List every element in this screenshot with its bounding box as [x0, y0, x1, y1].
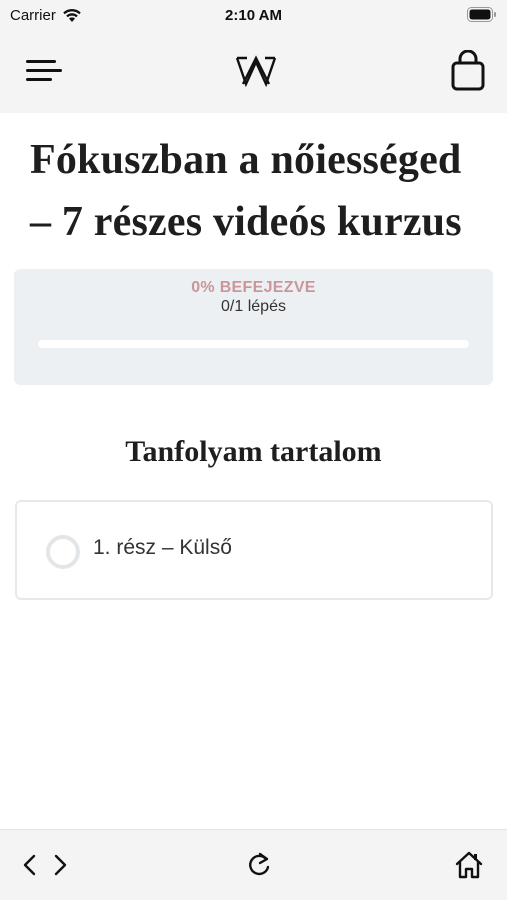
page-title: Fókuszban a nőiességed – 7 részes videós… — [30, 137, 462, 245]
shopping-bag-icon[interactable] — [448, 50, 488, 92]
status-time: 2:10 AM — [225, 6, 282, 24]
progress-card: 0% BEFEJEZVE 0/1 lépés — [14, 269, 493, 385]
home-icon[interactable] — [454, 850, 484, 880]
app-header — [0, 30, 507, 113]
progress-steps-label: 0/1 lépés — [221, 298, 286, 315]
lesson-status-radio-icon[interactable] — [46, 535, 80, 569]
hamburger-menu-icon[interactable] — [24, 54, 64, 88]
status-bar: Carrier 2:10 AM — [0, 0, 507, 30]
battery-icon — [467, 7, 496, 22]
reload-icon[interactable] — [244, 850, 274, 880]
lesson-label[interactable]: 1. rész – Külső — [93, 536, 232, 560]
main-content: Fókuszban a nőiességed – 7 részes videós… — [0, 113, 507, 600]
section-heading: Tanfolyam tartalom — [125, 435, 382, 468]
brand-logo[interactable] — [234, 54, 278, 88]
lesson-item[interactable]: 1. rész – Külső — [15, 500, 493, 600]
progress-bar — [38, 340, 469, 348]
bottom-toolbar — [0, 829, 507, 900]
chevron-left-icon[interactable] — [20, 850, 40, 880]
progress-percent-label: 0% BEFEJEZVE — [191, 279, 316, 296]
chevron-right-icon[interactable] — [50, 850, 70, 880]
